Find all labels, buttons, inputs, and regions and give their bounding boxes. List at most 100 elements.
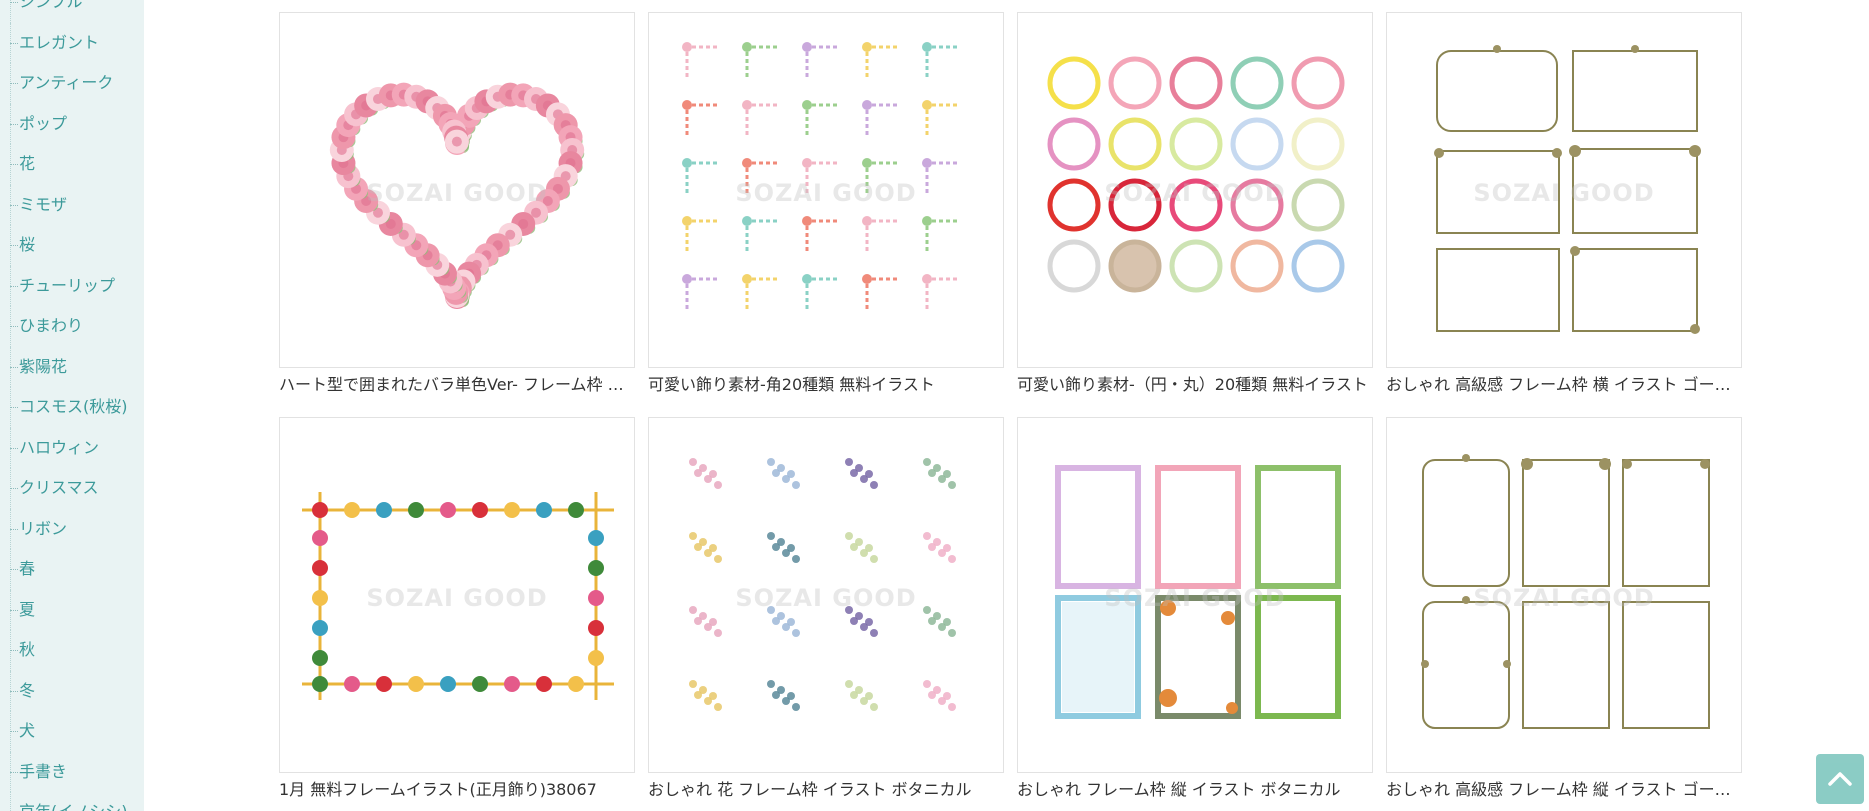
- category-link[interactable]: 京年(イノシシ): [0, 792, 128, 811]
- card-title[interactable]: 可愛い飾り素材-（円・丸）20種類 無料イラスト: [1017, 374, 1373, 396]
- category-label: リボン: [19, 518, 68, 538]
- tree-tick: [10, 690, 18, 692]
- back-to-top-button[interactable]: [1816, 754, 1864, 804]
- watermark: SOZAI GOOD: [735, 179, 917, 207]
- category-link[interactable]: 春: [0, 549, 128, 590]
- tree-tick: [10, 164, 18, 166]
- chevron-up-icon: [1828, 772, 1852, 786]
- category-link[interactable]: ひまわり: [0, 306, 128, 347]
- category-label: 犬: [19, 721, 36, 740]
- category-link[interactable]: 夏: [0, 589, 128, 630]
- category-label: コスモス(秋桜): [19, 397, 128, 416]
- watermark: SOZAI GOOD: [1473, 584, 1655, 612]
- category-link[interactable]: 花: [0, 144, 128, 185]
- thumbnail[interactable]: SOZAI GOOD: [648, 417, 1004, 773]
- thumbnail[interactable]: SOZAI GOOD: [648, 12, 1004, 368]
- category-label: 花: [19, 154, 36, 173]
- gallery-card[interactable]: SOZAI GOOD おしゃれ 高級感 フレーム枠 横 イラスト ゴールド: [1386, 12, 1742, 396]
- card-title[interactable]: おしゃれ 花 フレーム枠 イラスト ボタニカル: [648, 779, 1004, 801]
- category-link[interactable]: シンプル: [0, 0, 128, 23]
- card-title[interactable]: 可愛い飾り素材-角20種類 無料イラスト: [648, 374, 1004, 396]
- category-label: クリスマス: [19, 478, 99, 497]
- category-link[interactable]: コスモス(秋桜): [0, 387, 128, 428]
- card-title[interactable]: ハート型で囲まれたバラ単色Ver- フレーム枠 無料イラスト: [279, 374, 635, 396]
- watermark: SOZAI GOOD: [366, 584, 548, 612]
- tree-tick: [10, 42, 18, 44]
- category-link[interactable]: アンティーク: [0, 63, 128, 104]
- card-title[interactable]: おしゃれ フレーム枠 縦 イラスト ボタニカル: [1017, 779, 1373, 801]
- gallery-card[interactable]: SOZAI GOOD おしゃれ 花 フレーム枠 イラスト ボタニカル: [648, 417, 1004, 801]
- category-label: 春: [19, 559, 36, 578]
- category-label: 桜: [19, 235, 36, 254]
- watermark: SOZAI GOOD: [1104, 179, 1286, 207]
- gallery-card[interactable]: SOZAI GOOD ハート型で囲まれたバラ単色Ver- フレーム枠 無料イラス…: [279, 12, 635, 396]
- category-label: 夏: [19, 599, 36, 619]
- thumbnail[interactable]: SOZAI GOOD: [1386, 12, 1742, 368]
- category-label: シンプル: [19, 0, 83, 11]
- category-label: ひまわり: [19, 316, 84, 335]
- category-link[interactable]: ミモザ: [0, 184, 128, 225]
- tree-tick: [10, 609, 18, 611]
- gallery-card[interactable]: SOZAI GOOD おしゃれ 高級感 フレーム枠 縦 イラスト ゴールド: [1386, 417, 1742, 801]
- gallery-card[interactable]: SOZAI GOOD 可愛い飾り素材-（円・丸）20種類 無料イラスト: [1017, 12, 1373, 396]
- category-label: 秋: [19, 640, 36, 659]
- tree-tick: [10, 447, 18, 449]
- category-link[interactable]: クリスマス: [0, 468, 128, 509]
- category-label: 冬: [19, 680, 36, 700]
- tree-tick: [10, 285, 18, 287]
- category-list: シンプルエレガントアンティーク ポップ花ミモザ桜チューリップ ひまわり紫陽花コスモス…: [0, 0, 128, 811]
- tree-tick: [10, 488, 18, 490]
- thumbnail[interactable]: SOZAI GOOD: [1386, 417, 1742, 773]
- thumbnail[interactable]: SOZAI GOOD: [1017, 12, 1373, 368]
- tree-tick: [10, 407, 18, 409]
- tree-tick: [10, 771, 18, 773]
- category-label: ポップ: [19, 113, 68, 133]
- category-link[interactable]: エレガント: [0, 22, 128, 63]
- category-link[interactable]: リボン: [0, 508, 128, 549]
- tree-line: [10, 0, 11, 23]
- category-link[interactable]: ハロウィン: [0, 427, 128, 468]
- thumbnail[interactable]: SOZAI GOOD: [1017, 417, 1373, 773]
- tree-tick: [10, 650, 18, 652]
- thumbnail[interactable]: SOZAI GOOD: [279, 12, 635, 368]
- category-label: 紫陽花: [19, 356, 68, 376]
- tree-tick: [10, 569, 18, 571]
- category-label: 京年(イノシシ): [19, 802, 128, 811]
- watermark: SOZAI GOOD: [1104, 584, 1286, 612]
- category-label: チューリップ: [19, 275, 116, 295]
- category-link[interactable]: 犬: [0, 711, 128, 752]
- tree-tick: [10, 123, 18, 125]
- category-label: ミモザ: [19, 194, 68, 214]
- watermark: SOZAI GOOD: [735, 584, 917, 612]
- tree-tick: [10, 528, 18, 530]
- gallery-card[interactable]: SOZAI GOOD 1月 無料フレームイラスト(正月飾り)38067: [279, 417, 635, 801]
- category-label: 手書き: [19, 761, 68, 781]
- watermark: SOZAI GOOD: [366, 179, 548, 207]
- tree-tick: [10, 2, 18, 4]
- card-title[interactable]: おしゃれ 高級感 フレーム枠 縦 イラスト ゴールド: [1386, 779, 1742, 801]
- tree-tick: [10, 204, 18, 206]
- category-sidebar: シンプルエレガントアンティーク ポップ花ミモザ桜チューリップ ひまわり紫陽花コスモス…: [0, 0, 144, 811]
- category-label: ハロウィン: [19, 437, 100, 457]
- card-title[interactable]: おしゃれ 高級感 フレーム枠 横 イラスト ゴールド: [1386, 374, 1742, 396]
- gallery-card[interactable]: SOZAI GOOD おしゃれ フレーム枠 縦 イラスト ボタニカル: [1017, 417, 1373, 801]
- category-link[interactable]: 桜: [0, 225, 128, 266]
- tree-line: [10, 792, 11, 811]
- tree-tick: [10, 366, 18, 368]
- tree-tick: [10, 245, 18, 247]
- category-label: アンティーク: [19, 73, 114, 92]
- category-link[interactable]: 冬: [0, 670, 128, 711]
- category-link[interactable]: 手書き: [0, 751, 128, 792]
- category-link[interactable]: 秋: [0, 630, 128, 671]
- gallery-card[interactable]: SOZAI GOOD 可愛い飾り素材-角20種類 無料イラスト: [648, 12, 1004, 396]
- thumbnail[interactable]: SOZAI GOOD: [279, 417, 635, 773]
- tree-tick: [10, 326, 18, 328]
- tree-tick: [10, 83, 18, 85]
- card-title[interactable]: 1月 無料フレームイラスト(正月飾り)38067: [279, 779, 635, 801]
- category-link[interactable]: 紫陽花: [0, 346, 128, 387]
- tree-tick: [10, 731, 18, 733]
- watermark: SOZAI GOOD: [1473, 179, 1655, 207]
- category-link[interactable]: ポップ: [0, 103, 128, 144]
- category-label: エレガント: [19, 32, 100, 52]
- category-link[interactable]: チューリップ: [0, 265, 128, 306]
